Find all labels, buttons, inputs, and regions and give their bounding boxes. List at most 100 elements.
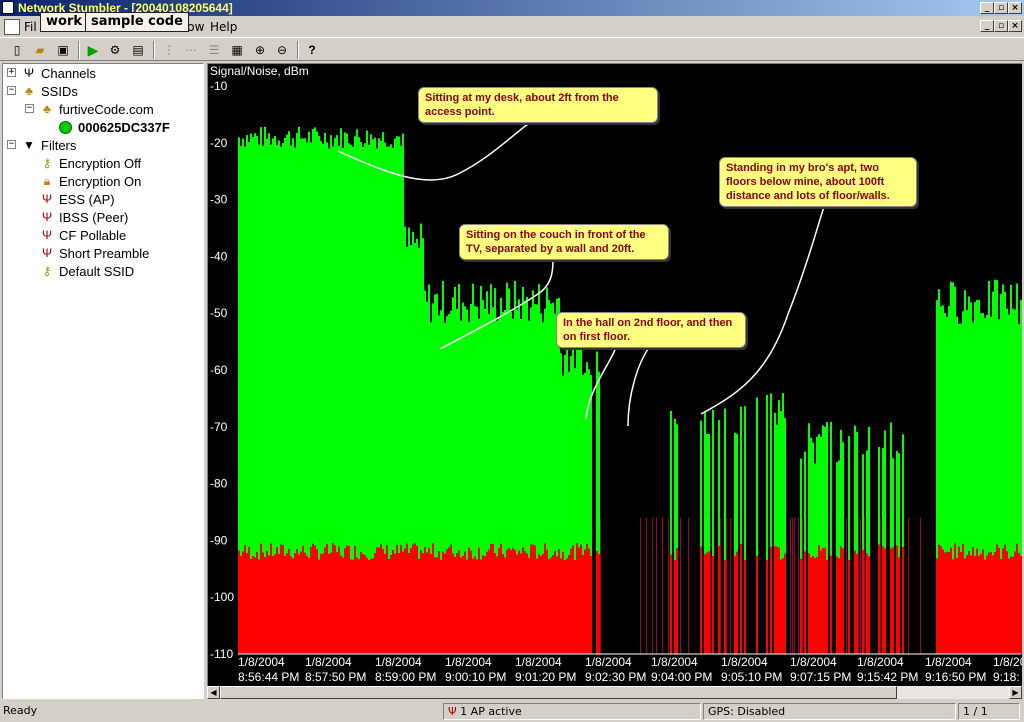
tree2-icon[interactable]: ⋯	[182, 41, 200, 59]
collapse-ssids[interactable]: −	[7, 86, 16, 95]
signal-bar	[386, 146, 388, 546]
noise-bar	[532, 544, 534, 654]
noise-bar	[778, 547, 780, 654]
signal-bar	[434, 294, 436, 558]
x-tick-time: 8:56:44 PM	[238, 670, 299, 684]
play-icon[interactable]: ▶	[84, 41, 102, 59]
noise-bar	[1010, 556, 1012, 654]
signal-bar	[782, 393, 784, 559]
x-tick-time: 8:59:00 PM	[375, 670, 436, 684]
open-icon[interactable]: ▰	[31, 41, 49, 59]
tree-label-filters: Filters	[41, 137, 77, 153]
horizontal-scrollbar[interactable]: ◀ ▶	[207, 686, 1022, 699]
noise-bar	[708, 551, 710, 654]
signal-bar	[264, 126, 266, 558]
config-icon[interactable]: ⚙	[106, 41, 124, 59]
signal-bar	[430, 322, 432, 554]
zoom-in-icon[interactable]: ⊕	[251, 41, 269, 59]
tree-item-filter[interactable]: 🔒︎ Encryption On	[39, 172, 142, 190]
scroll-right-icon[interactable]: ▶	[1009, 686, 1022, 699]
signal-graph[interactable]: -10 -20 -30 -40 -50 -60 -70 -80 -90 -100 -110 1/8/…	[207, 63, 1022, 686]
doc-minimize-button[interactable]: _	[980, 20, 994, 32]
noise-bar	[408, 553, 410, 654]
help-icon[interactable]: ?	[303, 41, 321, 59]
tree-item-channels[interactable]: Ψ Channels	[21, 64, 96, 82]
tree-item-filter[interactable]: Ψ Short Preamble	[39, 244, 149, 262]
scroll-left-icon[interactable]: ◀	[207, 686, 220, 699]
status-bar: Ready Ψ 1 AP active GPS: Disabled 1 / 1	[0, 701, 1024, 722]
collapse-ssid[interactable]: −	[25, 104, 34, 113]
app-icon[interactable]	[2, 1, 14, 14]
document-icon[interactable]	[4, 19, 20, 35]
noise-bar	[994, 552, 996, 654]
noise-bar	[550, 557, 552, 654]
noise-bar	[276, 547, 278, 654]
doc-restore-button[interactable]: ▫	[994, 20, 1008, 32]
noise-bar	[390, 555, 392, 654]
menu-file[interactable]: Fil	[24, 20, 37, 34]
close-button[interactable]: ×	[1008, 2, 1022, 14]
signal-bar	[942, 305, 944, 550]
minimize-button[interactable]: _	[980, 2, 994, 14]
tree-item-filter[interactable]: Ψ ESS (AP)	[39, 190, 115, 208]
tree-item-ssids[interactable]: ♣ SSIDs	[21, 82, 78, 100]
chart-title: Signal/Noise, dBm	[210, 64, 309, 78]
new-icon[interactable]: ▯	[8, 41, 26, 59]
signal-bar	[706, 434, 708, 553]
noise-bar	[568, 555, 570, 654]
doc-close-button[interactable]: ×	[1008, 20, 1022, 32]
tree-item-filter[interactable]: Ψ CF Pollable	[39, 226, 126, 244]
signal-bar	[452, 297, 454, 554]
scroll-thumb[interactable]	[220, 686, 897, 699]
noise-bar	[456, 553, 458, 654]
noise-bar	[800, 559, 802, 654]
signal-bar	[516, 309, 518, 555]
signal-bar	[1004, 291, 1006, 545]
noise-bar	[382, 549, 384, 654]
list-icon[interactable]: ☰	[205, 41, 223, 59]
grid-icon[interactable]: ▦	[228, 41, 246, 59]
noise-spike	[908, 517, 909, 654]
tree-item-filter[interactable]: Ψ IBSS (Peer)	[39, 208, 128, 226]
noise-bar	[362, 554, 364, 654]
noise-bar	[300, 551, 302, 654]
signal-bar	[854, 425, 856, 551]
noise-spike	[646, 517, 647, 654]
tree-label-ap-mac: 000625DC337F	[78, 119, 170, 135]
noise-bar	[596, 551, 598, 654]
zoom-out-icon[interactable]: ⊖	[273, 41, 291, 59]
signal-bar	[560, 353, 562, 559]
noise-bar	[488, 549, 490, 654]
tree-item-filter[interactable]: ⚷ Encryption Off	[39, 154, 142, 172]
menu-help[interactable]: Help	[210, 20, 237, 34]
properties-icon[interactable]: ▤	[129, 41, 147, 59]
noise-bar	[942, 549, 944, 654]
signal-bar	[954, 286, 956, 544]
signal-bar	[416, 238, 418, 547]
save-icon[interactable]: ▣	[54, 41, 72, 59]
collapse-filters[interactable]: −	[7, 140, 16, 149]
signal-bar	[770, 393, 772, 548]
noise-bar	[882, 546, 884, 654]
x-tick-date: 1/8/2004	[585, 655, 632, 669]
y-tick-label: -80	[210, 477, 228, 491]
noise-bar	[814, 558, 816, 654]
noise-bar	[960, 552, 962, 654]
noise-bar	[816, 556, 818, 654]
noise-spike	[640, 517, 641, 654]
signal-bar	[820, 436, 822, 551]
noise-bar	[826, 560, 828, 654]
tree-icon[interactable]: ⋮	[160, 41, 178, 59]
signal-bar	[294, 147, 296, 554]
expand-channels[interactable]: +	[7, 68, 16, 77]
noise-bar	[1020, 556, 1022, 654]
restore-button[interactable]: ▫	[994, 2, 1008, 14]
tree-item-ssid[interactable]: ♣ furtiveCode.com	[39, 100, 154, 118]
tree-item-filters[interactable]: ▼ Filters	[21, 136, 76, 154]
tree-item-ap[interactable]: 000625DC337F	[59, 118, 170, 136]
tree-label-filter: ESS (AP)	[59, 191, 115, 207]
signal-bar	[470, 303, 472, 551]
noise-bar	[554, 551, 556, 654]
tree-item-filter[interactable]: ⚷ Default SSID	[39, 262, 135, 280]
signal-bar	[744, 406, 746, 561]
